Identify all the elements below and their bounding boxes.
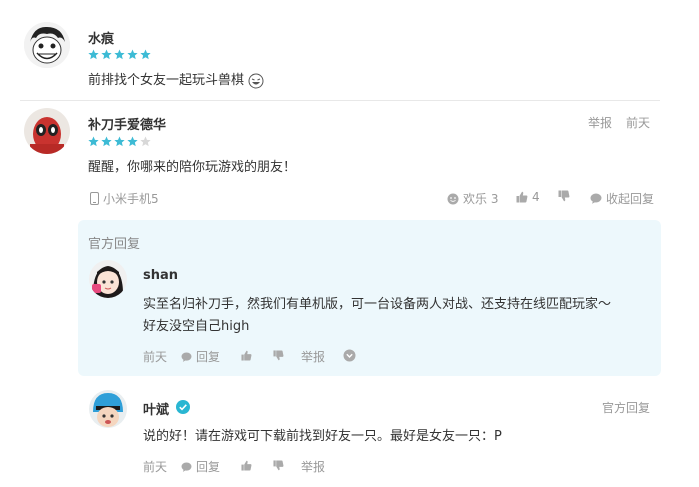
star-filled-icon [88, 49, 99, 60]
reply-button[interactable]: 回复 [181, 458, 241, 475]
reply-button[interactable]: 回复 [181, 348, 241, 365]
laughing-emoji-icon [248, 73, 264, 89]
like-button[interactable] [241, 460, 273, 474]
reply-text-line-2: 好友没空自己high [143, 319, 250, 334]
username[interactable]: 水痕 [88, 28, 114, 47]
report-link[interactable]: 举报 [301, 458, 325, 475]
phone-icon [90, 192, 99, 205]
avatar-child-helmet-icon [89, 390, 127, 428]
verified-badge-icon [176, 400, 190, 414]
timestamp: 前天 [143, 460, 168, 474]
comment-text: 醒醒，你哪来的陪你玩游戏的朋友！ [88, 160, 297, 175]
avatar[interactable] [24, 108, 70, 154]
like-button[interactable]: 4 [516, 190, 540, 204]
timestamp: 前天 [143, 350, 168, 364]
avatar[interactable] [89, 390, 127, 428]
avatar-anime-girl-icon [89, 260, 127, 298]
smiley-icon [447, 193, 459, 204]
speech-bubble-icon [181, 461, 192, 472]
star-filled-icon [88, 136, 99, 147]
speech-bubble-icon [181, 351, 192, 362]
divider [20, 100, 660, 101]
dislike-button[interactable] [558, 190, 570, 202]
avatar[interactable] [24, 22, 70, 68]
comment-text-content: 前排找个女友一起玩斗兽棋 [88, 73, 245, 88]
avatar-deadpool-icon [24, 108, 70, 154]
report-link[interactable]: 举报 [588, 114, 612, 131]
reply-actions: 前天 回复 举报 [143, 458, 325, 475]
comment-text: 前排找个女友一起玩斗兽棋 [88, 70, 264, 92]
timestamp: 前天 [626, 116, 651, 130]
more-options-button[interactable] [343, 349, 356, 365]
report-link[interactable]: 举报 [301, 348, 343, 365]
star-filled-icon [127, 49, 138, 60]
reply-label: 回复 [196, 460, 221, 474]
device-name: 小米手机5 [103, 192, 159, 206]
thumbs-down-icon [558, 190, 570, 202]
official-reply-tag: 官方回复 [88, 237, 141, 252]
device-info: 小米手机5 [90, 190, 159, 207]
username[interactable]: 补刀手爱德华 [88, 114, 166, 133]
reply-label: 回复 [196, 350, 221, 364]
reply-text-line-1: 实至名归补刀手，然我们有单机版，可一台设备两人对战、还支持在线匹配玩家～ [143, 297, 612, 312]
collapse-replies-button[interactable]: 收起回复 [590, 190, 654, 207]
thumbs-up-icon [241, 350, 252, 361]
avatar-luffy-icon [24, 22, 70, 68]
rating-stars [88, 49, 151, 60]
reply-text: 说的好！请在游戏可下载前找到好友一只。最好是女友一只：P [143, 429, 502, 444]
collapse-label: 收起回复 [606, 192, 655, 206]
reply-actions: 前天 回复 举报 [143, 348, 356, 365]
username[interactable]: shan [143, 268, 178, 283]
emotion-label: 欢乐 3 [463, 192, 499, 206]
chevron-down-circle-icon [343, 349, 356, 361]
avatar[interactable] [89, 260, 127, 298]
star-filled-icon [114, 49, 125, 60]
dislike-button[interactable] [273, 459, 301, 474]
star-filled-icon [101, 49, 112, 60]
official-reply-tag: 官方回复 [602, 401, 651, 415]
like-button[interactable] [241, 350, 273, 364]
star-empty-icon [140, 136, 151, 147]
star-filled-icon [127, 136, 138, 147]
star-filled-icon [101, 136, 112, 147]
thumbs-up-icon [516, 191, 528, 203]
dislike-button[interactable] [273, 349, 301, 364]
like-count: 4 [532, 190, 540, 204]
username[interactable]: 叶斌 [143, 399, 169, 418]
thumbs-up-icon [241, 460, 252, 471]
star-filled-icon [140, 49, 151, 60]
rating-stars [88, 136, 151, 147]
emotion-button[interactable]: 欢乐 3 [447, 190, 498, 207]
thumbs-down-icon [273, 349, 284, 360]
speech-bubble-icon [590, 193, 602, 204]
thumbs-down-icon [273, 459, 284, 470]
star-filled-icon [114, 136, 125, 147]
